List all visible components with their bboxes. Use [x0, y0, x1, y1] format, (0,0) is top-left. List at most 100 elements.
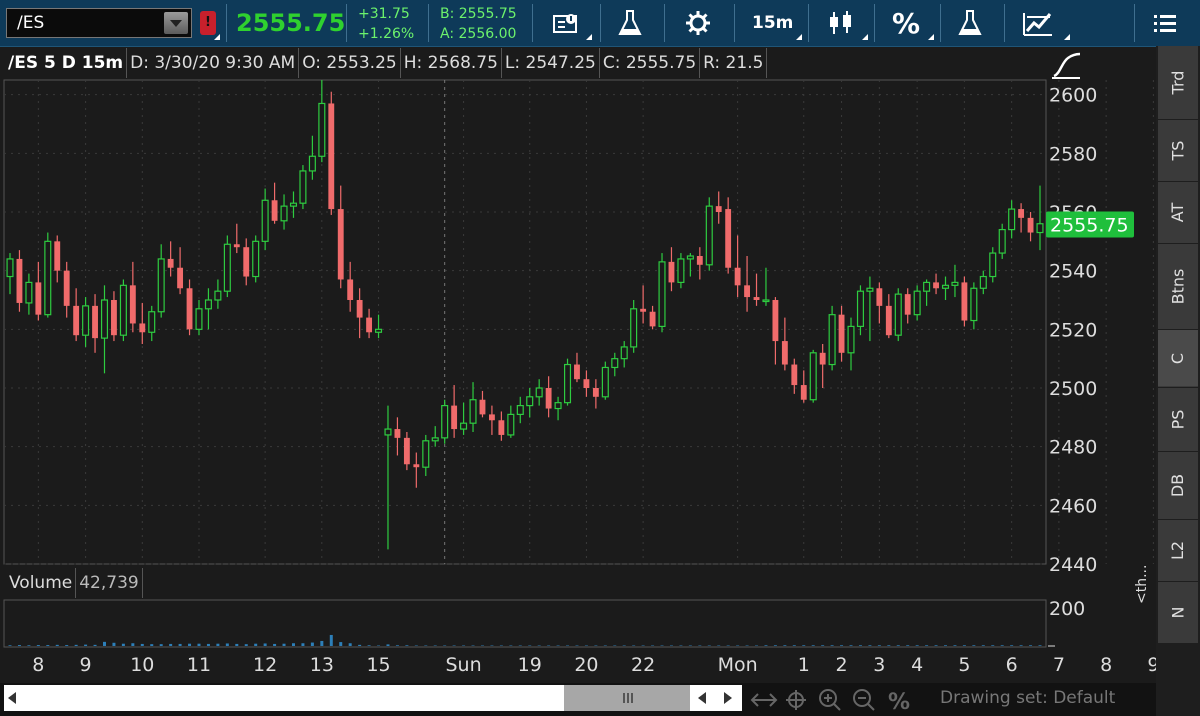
tab-db[interactable]: DB: [1158, 452, 1198, 519]
volume-bar: [310, 642, 314, 646]
y-tick-label: 2440: [1049, 554, 1097, 576]
tab-ts[interactable]: TS: [1158, 120, 1198, 181]
tab-n[interactable]: N: [1158, 582, 1198, 643]
candle-body: [92, 305, 98, 339]
candle[interactable]: [705, 197, 713, 271]
zoom-out-icon[interactable]: [853, 689, 875, 711]
candle[interactable]: [828, 305, 836, 371]
volume-bar: [36, 645, 40, 646]
candle[interactable]: [328, 91, 335, 215]
candle[interactable]: [601, 361, 609, 400]
candle-body: [280, 205, 288, 222]
tab-label: N: [1168, 606, 1188, 618]
percent-zoom-icon[interactable]: %: [888, 690, 910, 713]
price-chart[interactable]: 244024602480250025202540256025802600200 …: [0, 0, 1156, 683]
tab-trd[interactable]: Trd: [1158, 46, 1198, 119]
scroll-left-icon[interactable]: [6, 691, 18, 705]
candle[interactable]: [677, 253, 685, 289]
candle-body: [601, 366, 609, 398]
volume-bar: [367, 645, 371, 646]
volume-bar: [783, 645, 787, 646]
tab-btns[interactable]: Btns: [1158, 244, 1198, 329]
candle[interactable]: [961, 276, 968, 327]
x-tick-label: 13: [310, 654, 334, 676]
volume-bar: [291, 643, 295, 646]
candle[interactable]: [252, 235, 260, 283]
candle[interactable]: [44, 232, 52, 318]
volume-bar: [282, 643, 286, 646]
scrollbar-thumb[interactable]: [564, 685, 690, 711]
tab-l2[interactable]: L2: [1158, 520, 1198, 581]
candle-body: [876, 288, 883, 306]
volume-bar: [405, 645, 409, 646]
volume-bar: [386, 644, 390, 646]
candle[interactable]: [989, 247, 997, 283]
collapsed-panel-hint[interactable]: <th...: [1134, 565, 1150, 604]
candle-body: [6, 258, 14, 278]
candle-body: [308, 155, 316, 172]
crosshair-icon[interactable]: [786, 690, 806, 710]
candle-body: [139, 323, 146, 333]
candle-body: [951, 281, 959, 286]
candle[interactable]: [894, 288, 902, 342]
volume-bar: [65, 645, 69, 646]
y-tick-label: 2520: [1049, 319, 1097, 341]
candle-body: [725, 209, 732, 268]
candle-body: [261, 199, 269, 242]
candle-body: [554, 402, 562, 410]
scroll-right-icon[interactable]: [722, 691, 734, 705]
expand-icon[interactable]: [750, 693, 778, 707]
candle[interactable]: [441, 399, 449, 444]
candle-body: [337, 209, 344, 280]
zoom-in-icon[interactable]: [819, 689, 841, 711]
candle[interactable]: [299, 165, 307, 210]
candle[interactable]: [658, 253, 666, 333]
candle[interactable]: [16, 250, 23, 312]
drawing-set-label[interactable]: Drawing set: Default: [940, 688, 1115, 708]
candle[interactable]: [119, 279, 127, 342]
tab-at[interactable]: AT: [1158, 182, 1198, 243]
tab-label: DB: [1168, 473, 1188, 497]
candle-body: [933, 282, 939, 289]
volume-bar: [1000, 645, 1004, 646]
x-tick-label: Mon: [718, 654, 758, 676]
volume-bar: [169, 643, 173, 646]
candle-body: [157, 258, 165, 313]
x-tick-label: 7: [1053, 654, 1065, 676]
y-tick-label: 2600: [1049, 85, 1097, 107]
candle-body: [866, 287, 874, 292]
volume-bar: [273, 643, 277, 646]
volume-header: Volume 42,739: [6, 568, 143, 598]
right-panel: Trd TS AT Btns C PS DB L2 N: [1156, 46, 1200, 716]
candle-body: [1008, 208, 1016, 231]
volume-bar: [74, 644, 78, 646]
candle-body: [838, 314, 845, 353]
volume-bar: [93, 644, 97, 646]
candle[interactable]: [223, 235, 231, 298]
tab-c[interactable]: C: [1158, 330, 1198, 387]
volume-bar: [764, 645, 768, 646]
tab-label: C: [1168, 352, 1188, 364]
candle[interactable]: [998, 223, 1006, 259]
tab-ps[interactable]: PS: [1158, 388, 1198, 451]
volume-bar: [112, 642, 116, 646]
scroll-left-step-icon[interactable]: [696, 691, 708, 705]
chart-style-icon[interactable]: [1052, 52, 1081, 79]
candle-body: [488, 414, 495, 421]
tab-label: TS: [1168, 140, 1188, 160]
volume-bar: [150, 644, 154, 646]
candle-body: [989, 252, 997, 278]
volume-bar: [877, 645, 881, 646]
candle-body: [762, 299, 770, 303]
zoom-tools: %: [750, 689, 910, 713]
candle[interactable]: [809, 349, 817, 403]
volume-bar: [981, 645, 985, 646]
candle-body: [214, 290, 222, 301]
volume-bar: [197, 643, 201, 646]
candle[interactable]: [563, 358, 572, 406]
volume-bar: [140, 643, 144, 646]
candle-body: [252, 240, 260, 278]
candle-body: [526, 396, 534, 407]
candle-body: [668, 261, 675, 283]
candle[interactable]: [913, 285, 921, 321]
